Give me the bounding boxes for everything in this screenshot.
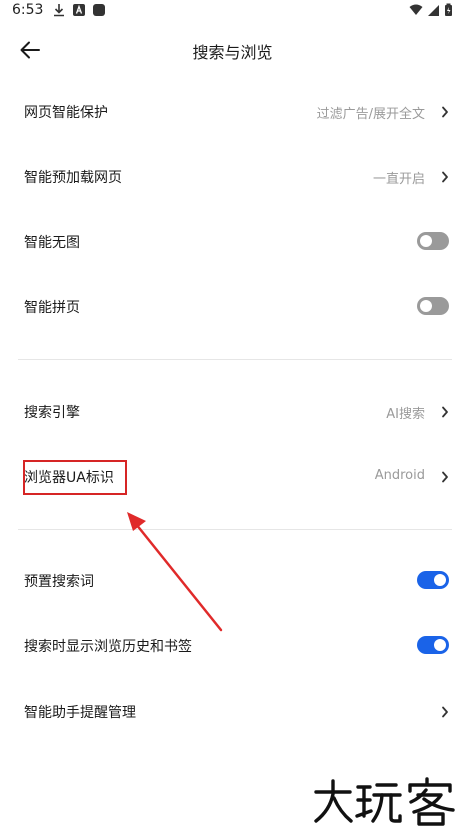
no-image-toggle[interactable]	[417, 232, 449, 250]
setting-row-preset-words: 预置搜索词	[0, 556, 465, 606]
chevron-right-icon	[442, 171, 448, 183]
setting-label: 搜索引擎	[24, 405, 80, 421]
status-time: 6:53	[12, 2, 44, 18]
toggle-knob	[434, 574, 446, 586]
setting-row-no-image: 智能无图	[0, 217, 465, 267]
status-icons-right	[409, 3, 457, 17]
setting-value: AI搜索	[386, 407, 425, 422]
setting-row-web-protection[interactable]: 网页智能保护 过滤广告/展开全文	[0, 87, 465, 137]
setting-row-assistant[interactable]: 智能助手提醒管理	[0, 687, 465, 737]
show-history-toggle[interactable]	[417, 636, 449, 654]
chevron-right-icon	[442, 406, 448, 418]
notification-square-icon	[93, 4, 105, 16]
setting-label: 预置搜索词	[24, 574, 94, 590]
setting-label: 智能预加载网页	[24, 170, 122, 186]
preset-words-toggle[interactable]	[417, 571, 449, 589]
chevron-right-icon	[442, 706, 448, 718]
status-icons-left	[52, 3, 106, 17]
section-divider	[18, 529, 452, 530]
setting-value: 一直开启	[372, 172, 425, 187]
setting-value: 过滤广告/展开全文	[316, 107, 425, 122]
a-badge-icon	[73, 4, 85, 16]
setting-row-preload[interactable]: 智能预加载网页 一直开启	[0, 152, 465, 202]
setting-value: Android	[374, 468, 425, 483]
battery-icon	[445, 3, 452, 16]
setting-label: 智能拼页	[24, 300, 80, 316]
setting-label: 智能助手提醒管理	[24, 705, 136, 721]
setting-row-search-engine[interactable]: 搜索引擎 AI搜索	[0, 387, 465, 437]
setting-row-show-history: 搜索时显示浏览历史和书签	[0, 621, 465, 671]
download-icon	[54, 4, 64, 17]
wifi-icon	[409, 4, 423, 15]
toggle-knob	[420, 235, 432, 247]
header: 搜索与浏览	[0, 30, 465, 70]
section-divider	[18, 359, 452, 360]
setting-label: 智能无图	[24, 235, 80, 251]
toggle-knob	[420, 300, 432, 312]
setting-row-page-join: 智能拼页	[0, 282, 465, 332]
page-join-toggle[interactable]	[417, 297, 449, 315]
status-bar: 6:53	[0, 0, 465, 22]
chevron-right-icon	[442, 106, 448, 118]
annotation-highlight-box	[23, 460, 127, 495]
watermark-logo	[314, 777, 455, 826]
setting-label: 搜索时显示浏览历史和书签	[24, 639, 192, 655]
signal-icon	[428, 5, 439, 16]
toggle-knob	[434, 639, 446, 651]
chevron-right-icon	[442, 471, 448, 483]
page-title: 搜索与浏览	[192, 43, 273, 62]
setting-label: 网页智能保护	[24, 105, 108, 121]
